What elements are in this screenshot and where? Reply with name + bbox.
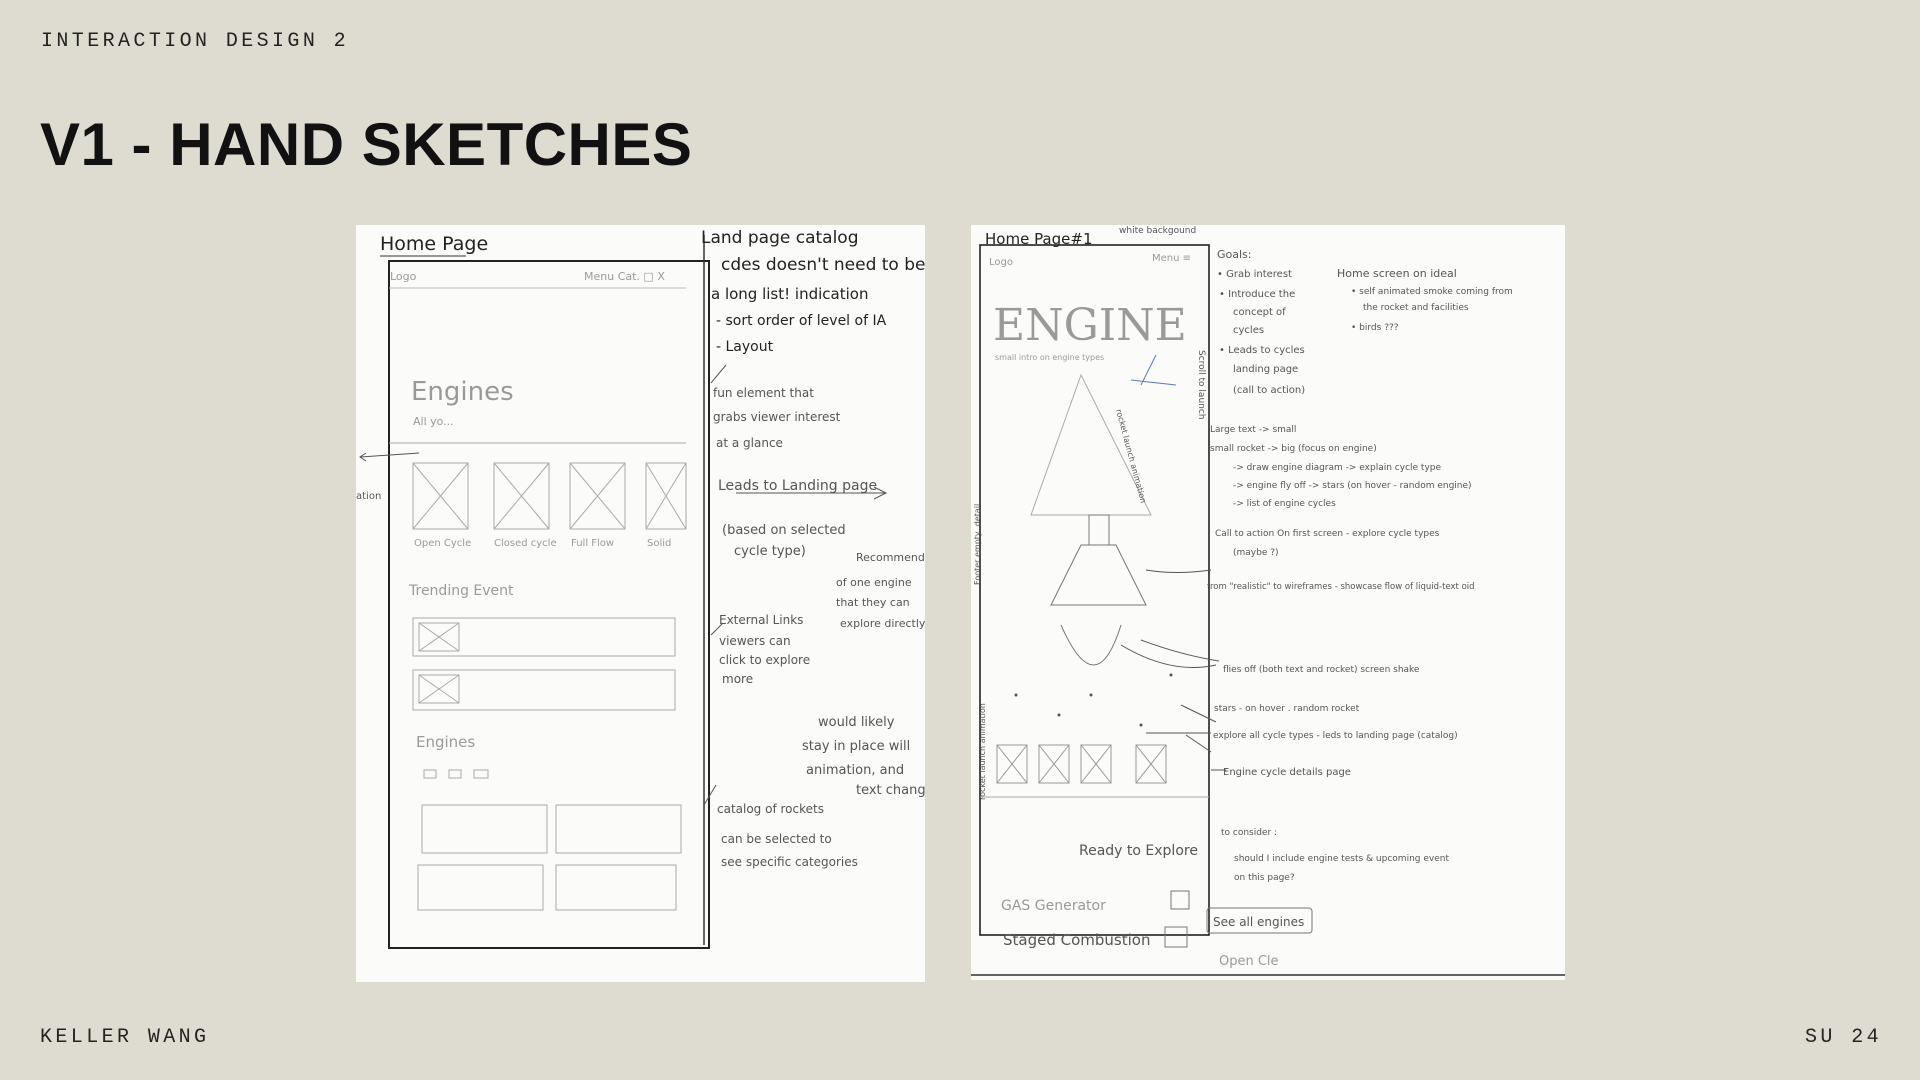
sketch1-drawing: Home Page Logo Menu Cat. □ X Engines All…	[356, 228, 925, 949]
sketch2-goal-2: • Introduce the	[1219, 289, 1295, 300]
sketch1-note-4a: Recommendatio	[856, 551, 925, 564]
sketch2-nav-menu: Menu ≡	[1152, 253, 1191, 264]
sketch2-goals: Goals:	[1217, 248, 1252, 261]
sketch1-note-1c: a long list! indication	[711, 285, 868, 303]
sketch1-nav-logo: Logo	[390, 270, 417, 283]
sketch1-trending: Trending Event	[408, 583, 514, 599]
sketch1-thumb-label-1: Open Cycle	[414, 538, 471, 549]
sketch2-consider-1: to consider :	[1221, 828, 1277, 838]
sketch2-goal-3c: (call to action)	[1233, 385, 1305, 396]
sketch-home-page-v1: Home Page Logo Menu Cat. □ X Engines All…	[356, 225, 925, 982]
sketch2-hero-title: ENGINE	[993, 300, 1187, 351]
sketch2-flow-1: Large text -> small	[1210, 425, 1296, 435]
sketch2-consider-3: on this page?	[1234, 873, 1295, 883]
sketch1-thumb-label-4: Solid	[647, 538, 671, 549]
sketch2-explore: explore all cycle types - leds to landin…	[1213, 731, 1458, 741]
sketch1-note-2b: grabs viewer interest	[713, 410, 841, 424]
sketch2-home-1: Home screen on ideal	[1337, 267, 1457, 280]
sketch2-ready: Ready to Explore	[1079, 843, 1198, 859]
sketch1-note-5c: click to explore	[719, 653, 810, 667]
sketch-home-page-v2: Home Page#1 white backgound Logo Menu ≡ …	[971, 225, 1565, 980]
sketch1-note-7b: can be selected to	[721, 832, 832, 846]
sketch2-vertical-mid: Scroll to launch	[1196, 350, 1206, 420]
slide-title: V1 - HAND SKETCHES	[40, 111, 693, 178]
sketch2-goal-2b: concept of	[1233, 307, 1286, 318]
sketch2-gas: GAS Generator	[1001, 898, 1106, 914]
sketch2-goal-2c: cycles	[1233, 325, 1264, 336]
sketch1-thumb-label-2: Closed cycle	[494, 538, 557, 549]
sketch1-thumb-label-3: Full Flow	[571, 538, 614, 549]
sketch2-realistic: from "realistic" to wireframes - showcas…	[1207, 582, 1475, 592]
sketch1-note-3a: Leads to Landing page	[718, 478, 877, 494]
sketch1-note-5a: External Links	[719, 613, 803, 627]
sketch2-cta-2: (maybe ?)	[1233, 548, 1279, 558]
sketch2-goal-1: • Grab interest	[1217, 269, 1292, 280]
sketch1-note-5b: viewers can	[719, 634, 791, 648]
sketch1-nav-menu: Menu Cat. □ X	[584, 270, 665, 283]
sketch2-stars: stars - on hover . random rocket	[1214, 704, 1360, 714]
sketch1-note-4b: of one engine	[836, 576, 912, 589]
sketch1-hero-title: Engines	[411, 377, 514, 407]
sketch1-note-3b: (based on selected	[722, 523, 846, 538]
sketch2-goal-3: • Leads to cycles	[1219, 345, 1305, 356]
sketch1-note-6c: animation, and	[806, 763, 904, 778]
sketch2-home-4: • birds ???	[1351, 323, 1399, 333]
sketch1-page-title: Home Page	[380, 233, 488, 255]
sketch2-vertical-left-2: rocket launch animation	[978, 703, 987, 800]
sketch2-flow-4: -> engine fly off -> stars (on hover - r…	[1233, 481, 1472, 491]
sketch1-note-4d: explore directly	[840, 617, 925, 630]
sketch2-flow-5: -> list of engine cycles	[1233, 499, 1336, 509]
sketch2-goal-3b: landing page	[1233, 364, 1298, 375]
sketch1-note-6d: text chang	[856, 783, 925, 798]
sketch1-engines: Engines	[416, 733, 475, 751]
sketch1-note-1e: - Layout	[716, 339, 774, 355]
sketch2-nav-logo: Logo	[989, 257, 1013, 268]
author-name: KELLER WANG	[40, 1026, 210, 1049]
sketch2-vertical-left: Footer empty, detail	[973, 504, 982, 585]
sketch1-side-note: ation	[356, 491, 381, 502]
sketch2-home-3: the rocket and facilities	[1363, 303, 1469, 313]
sketch1-note-5d: more	[722, 672, 753, 686]
sketch2-flies-off: flies off (both text and rocket) screen …	[1223, 665, 1420, 675]
sketch2-see-all: See all engines	[1213, 915, 1304, 929]
sketch1-note-2c: at a glance	[716, 436, 783, 450]
sketch2-cta-1: Call to action On first screen - explore…	[1215, 529, 1440, 539]
sketch2-staged: Staged Combustion	[1003, 931, 1150, 949]
sketch2-bg-note: white backgound	[1119, 226, 1196, 236]
sketch1-hero-sub: All yo...	[413, 415, 454, 428]
sketch2-flow-2: small rocket -> big (focus on engine)	[1210, 444, 1377, 454]
sketch2-open: Open Cle	[1219, 954, 1279, 969]
sketch2-vertical-mid-2: rocket launch animation	[1114, 408, 1148, 504]
sketch2-details: Engine cycle details page	[1223, 767, 1351, 778]
sketch1-note-2a: fun element that	[713, 386, 814, 400]
sketch2-consider-2: should I include engine tests & upcoming…	[1234, 854, 1449, 864]
course-name: INTERACTION DESIGN 2	[41, 30, 350, 53]
sketch1-note-4c: that they can	[836, 596, 910, 609]
term-label: SU 24	[1804, 1026, 1882, 1049]
sketch2-drawing: Home Page#1 white backgound Logo Menu ≡ …	[971, 226, 1565, 976]
sketch1-note-6a: would likely	[818, 715, 895, 730]
sketch1-note-1b: cdes doesn't need to be	[721, 255, 925, 275]
sketch2-hero-sub: small intro on engine types	[995, 353, 1104, 362]
sketch1-note-1d: - sort order of level of IA	[716, 313, 887, 329]
sketch1-note-7c: see specific categories	[721, 855, 858, 869]
sketch2-home-2: • self animated smoke coming from	[1351, 287, 1513, 297]
sketch1-note-6b: stay in place will	[802, 739, 910, 754]
sketch1-note-3c: cycle type)	[734, 544, 806, 559]
sketch2-flow-3: -> draw engine diagram -> explain cycle …	[1233, 463, 1441, 473]
sketch1-note-7a: catalog of rockets	[717, 802, 824, 816]
sketch1-note-1a: Land page catalog	[701, 228, 858, 248]
